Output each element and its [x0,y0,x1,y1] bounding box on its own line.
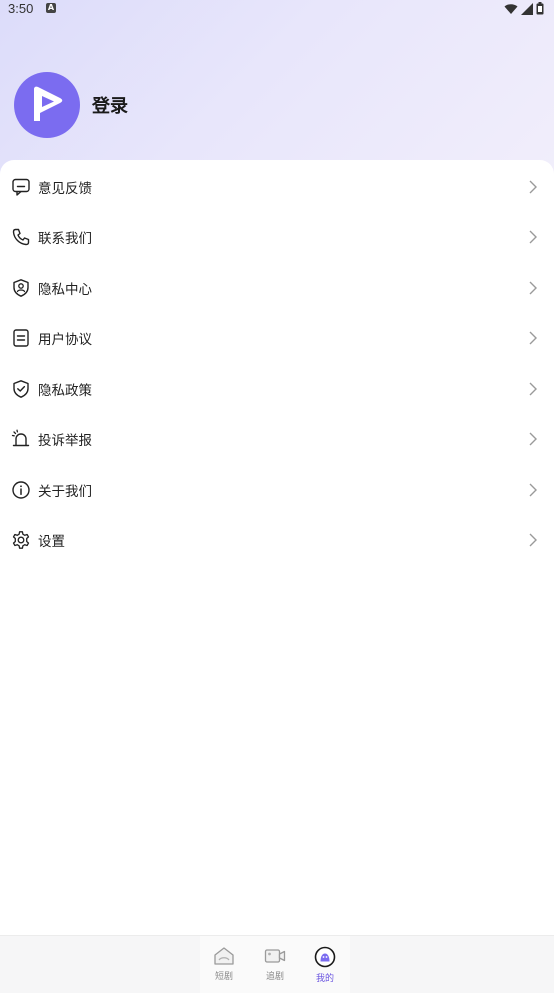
tab-mine[interactable]: 我的 [300,946,350,984]
document-icon [13,329,29,347]
shield-check-icon [13,380,29,398]
chevron-right-icon [529,432,537,446]
menu-item-settings[interactable]: 设置 [0,515,554,565]
menu-item-label: 隐私政策 [38,383,92,399]
menu-item-label: 联系我们 [38,231,92,247]
chevron-right-icon [529,483,537,497]
avatar[interactable] [14,72,80,138]
menu-item-label: 投诉举报 [38,433,92,449]
chevron-right-icon [529,180,537,194]
play-logo-icon [34,86,63,121]
home-icon [214,947,234,965]
menu-item-label: 隐私中心 [38,282,92,298]
menu-item-user-agreement[interactable]: 用户协议 [0,313,554,363]
chevron-right-icon [529,230,537,244]
chevron-right-icon [529,533,537,547]
status-bar: 3:50 A [0,0,554,18]
signal-icon [521,2,533,15]
chevron-right-icon [529,331,537,345]
tab-label: 追剧 [265,972,284,982]
tab-follow-drama[interactable]: 追剧 [250,946,300,982]
info-icon [12,481,30,499]
status-icons [504,2,544,15]
menu-item-label: 关于我们 [38,484,92,500]
status-time: 3:50 [8,1,34,16]
privacy-shield-user-icon [13,279,29,297]
profile-header[interactable]: 登录 [14,72,128,138]
battery-icon [536,2,544,15]
phone-icon [12,228,30,246]
menu-card: 意见反馈 联系我们 隐私中心 用户协议 隐私政策 投诉举报 关于我们 设置 [0,160,554,936]
tab-short-drama[interactable]: 短剧 [199,946,249,982]
profile-face-icon [314,946,336,968]
login-label[interactable]: 登录 [92,92,128,118]
a-icon: A [46,3,56,13]
menu-item-feedback[interactable]: 意见反馈 [0,162,554,212]
profile-screen: 3:50 A 登录 意见反馈 联系我们 隐私中心 用户协议 隐私政策 投诉举报 … [0,0,554,993]
menu-item-label: 设置 [38,534,65,550]
menu-item-label: 用户协议 [38,332,92,348]
menu-item-privacy-center[interactable]: 隐私中心 [0,263,554,313]
gear-icon [12,531,30,549]
menu-item-complaint[interactable]: 投诉举报 [0,414,554,464]
menu-item-label: 意见反馈 [38,181,92,197]
alarm-bell-icon [11,429,30,447]
video-icon [264,949,286,963]
menu-item-contact[interactable]: 联系我们 [0,212,554,262]
bottom-navigation: 短剧 追剧 我的 [0,935,554,993]
chevron-right-icon [529,382,537,396]
tab-label: 短剧 [214,972,233,982]
menu-item-about[interactable]: 关于我们 [0,465,554,515]
tab-label: 我的 [315,974,334,984]
wifi-icon [504,3,518,14]
feedback-icon [12,178,30,196]
menu-item-privacy-policy[interactable]: 隐私政策 [0,364,554,414]
chevron-right-icon [529,281,537,295]
